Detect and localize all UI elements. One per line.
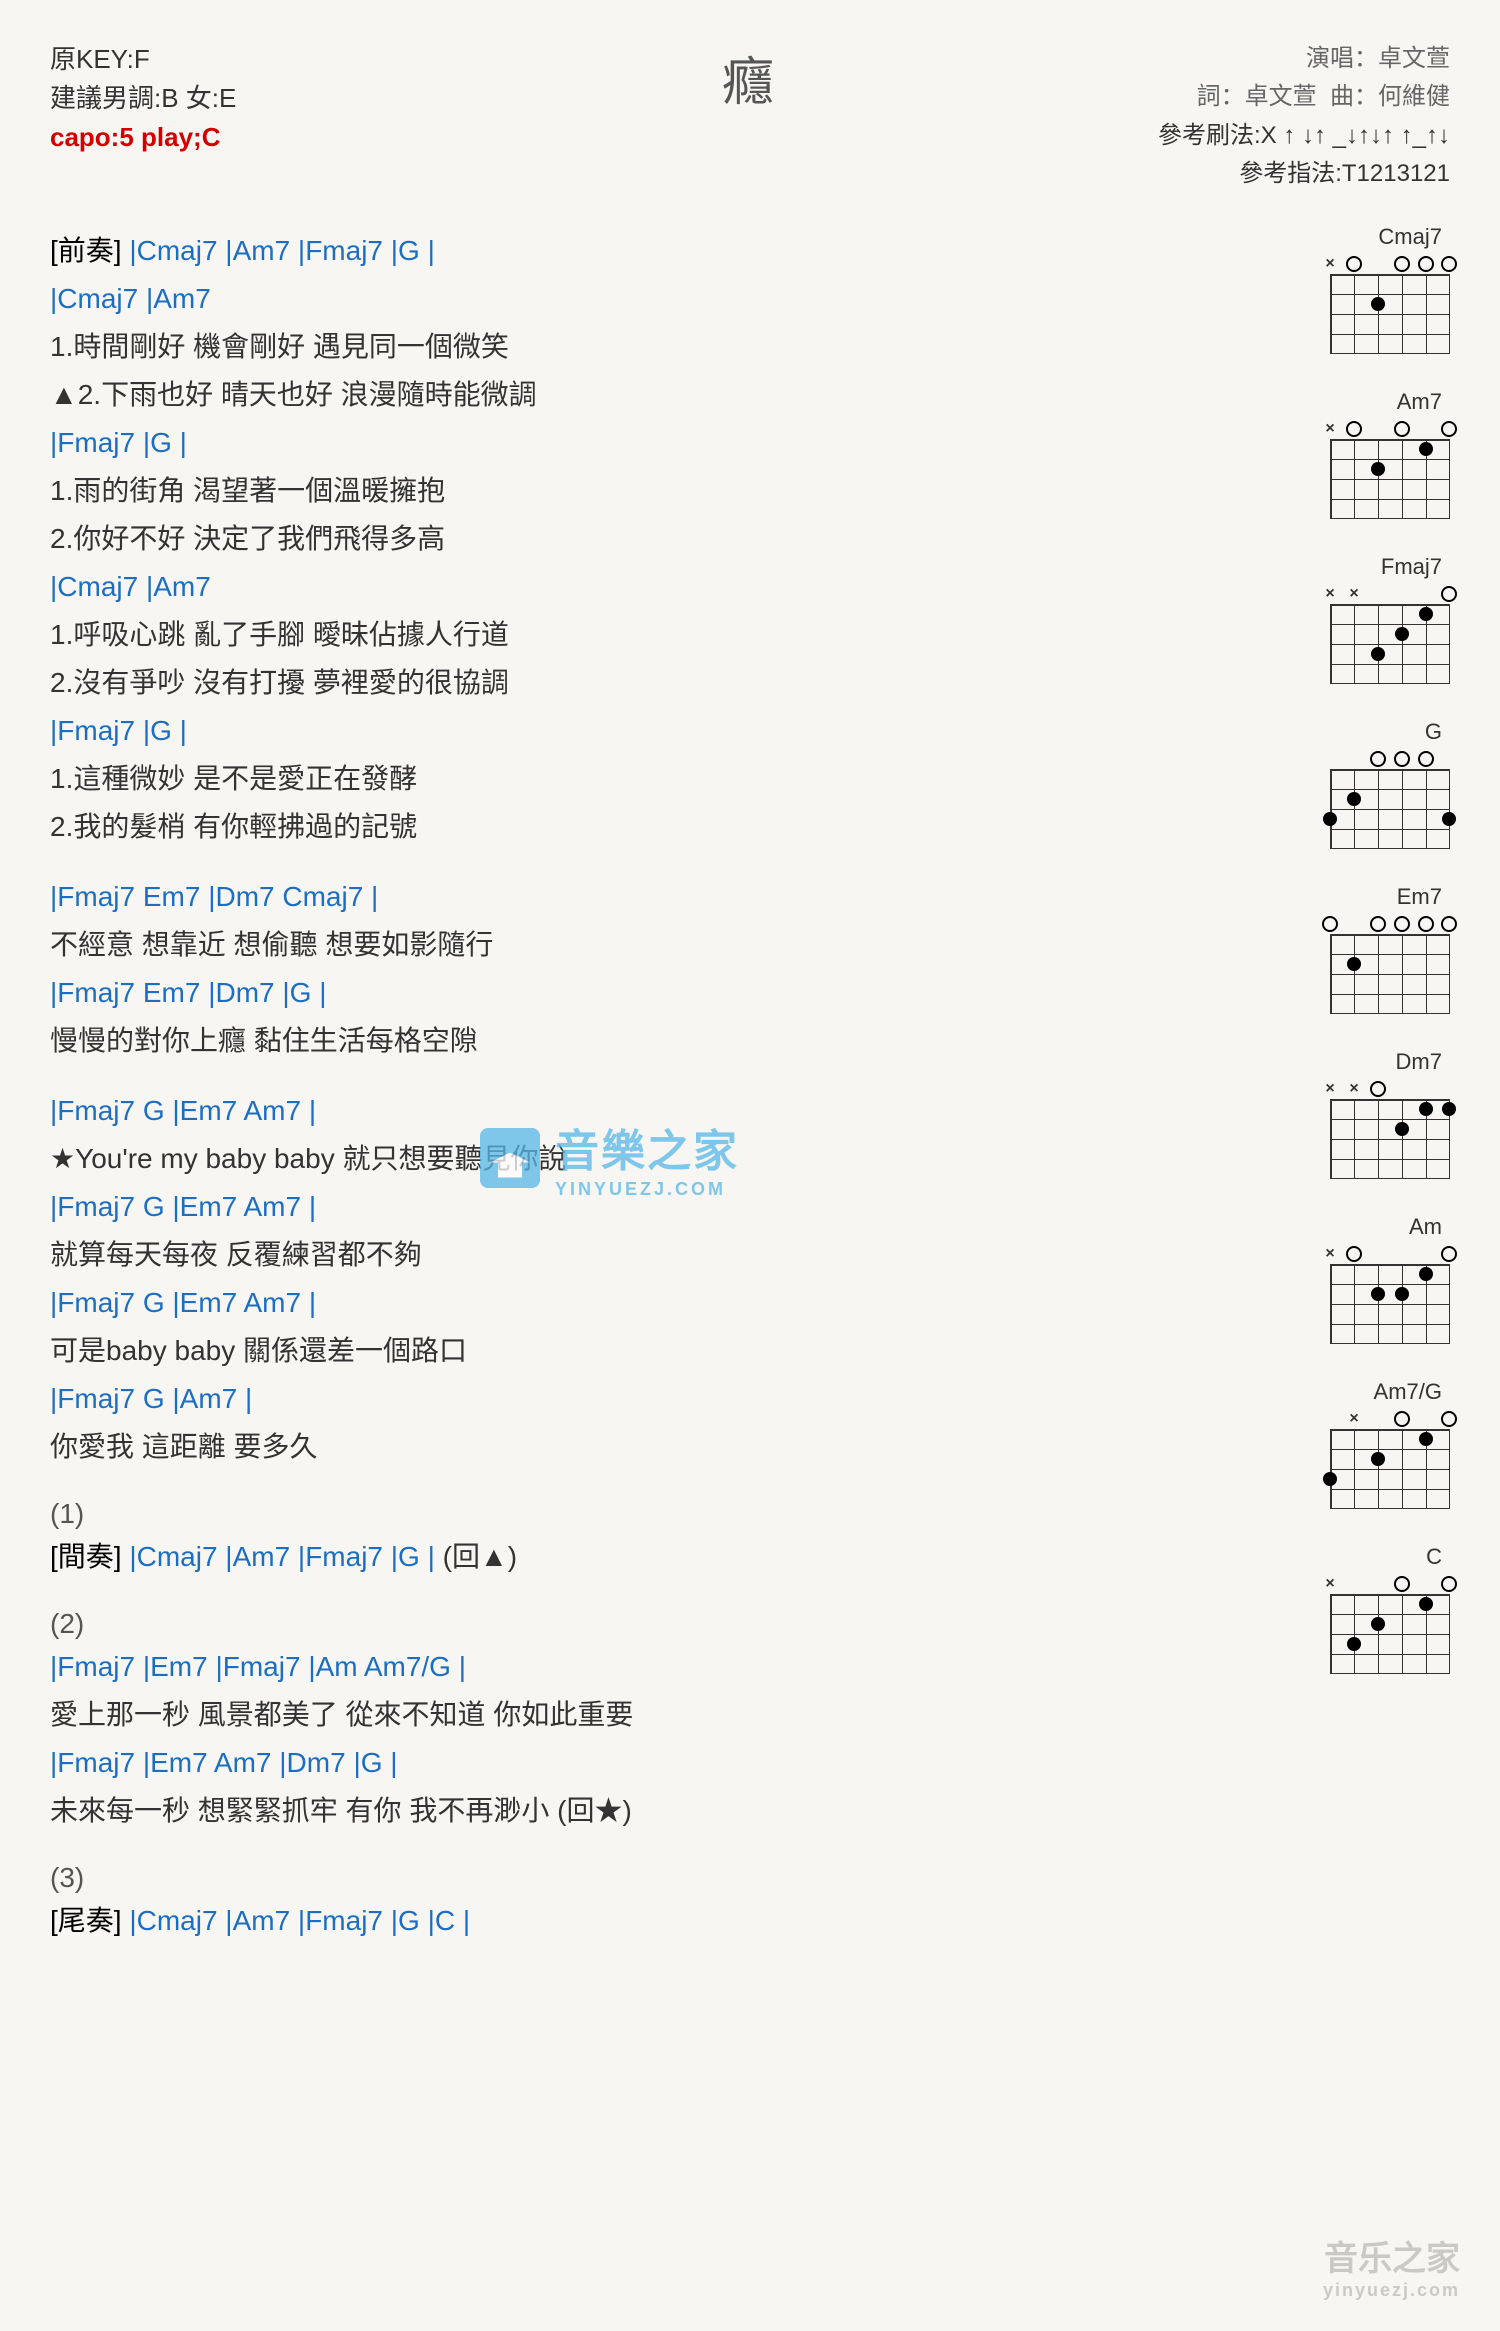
- chord-line: |Cmaj7 |Am7: [50, 278, 1230, 320]
- lyric-line: 未來每一秒 想緊緊抓牢 有你 我不再渺小 (回★): [50, 1790, 1230, 1832]
- lyric-line: 2.沒有爭吵 沒有打擾 夢裡愛的很協調: [50, 662, 1230, 704]
- verse-block: |Cmaj7 |Am7 1.時間剛好 機會剛好 遇見同一個微笑 ▲2.下雨也好 …: [50, 278, 1230, 848]
- singer-line: 演唱：卓文萱: [1030, 40, 1450, 78]
- credits-line: 詞：卓文萱 曲：何維健: [1030, 78, 1450, 116]
- prechorus-block: |Fmaj7 Em7 |Dm7 Cmaj7 | 不經意 想靠近 想偷聽 想要如影…: [50, 876, 1230, 1062]
- chord-line: |Fmaj7 G |Em7 Am7 |: [50, 1282, 1230, 1324]
- lyric-line: 1.雨的街角 渴望著一個溫暖擁抱: [50, 470, 1230, 512]
- fretboard-icon: [1330, 749, 1450, 849]
- chord-diagram: Fmaj7××: [1230, 554, 1450, 689]
- chord-diagram: C×: [1230, 1544, 1450, 1679]
- chord-line: |Fmaj7 Em7 |Dm7 |G |: [50, 972, 1230, 1014]
- chord-line: |Fmaj7 |G |: [50, 422, 1230, 464]
- lyric-line: 1.這種微妙 是不是愛正在發酵: [50, 758, 1230, 800]
- chord-line: |Cmaj7 |Am7: [50, 566, 1230, 608]
- intro-label: [前奏]: [50, 235, 122, 266]
- chord-diagram: Cmaj7×: [1230, 224, 1450, 359]
- lyric-line: 2.我的髮梢 有你輕拂過的記號: [50, 806, 1230, 848]
- fretboard-icon: ×: [1330, 1574, 1450, 1674]
- chord-diagram: Am×: [1230, 1214, 1450, 1349]
- watermark: 音樂之家 YINYUEZJ.COM: [480, 1115, 739, 1200]
- house-icon: [480, 1128, 540, 1188]
- strum-pattern: 參考刷法:X ↑ ↓↑ _↓↑↓↑ ↑_↑↓: [1030, 117, 1450, 155]
- capo-info: capo:5 play;C: [50, 118, 470, 157]
- fretboard-icon: ××: [1330, 1079, 1450, 1179]
- lyric-line: 愛上那一秒 風景都美了 從來不知道 你如此重要: [50, 1694, 1230, 1736]
- lyric-line: 1.時間剛好 機會剛好 遇見同一個微笑: [50, 326, 1230, 368]
- lyric-line: 2.你好不好 決定了我們飛得多高: [50, 518, 1230, 560]
- chord-diagrams-column: Cmaj7× Am7× Fmaj7×× G Em7 Dm7×× Am× Am7/…: [1230, 224, 1450, 1948]
- chord-diagram: Em7: [1230, 884, 1450, 1019]
- header-right: 演唱：卓文萱 詞：卓文萱 曲：何維健 參考刷法:X ↑ ↓↑ _↓↑↓↑ ↑_↑…: [1030, 40, 1450, 194]
- footer-watermark: 音乐之家 yinyuezj.com: [1323, 2231, 1460, 2301]
- chord-line: |Fmaj7 |Em7 Am7 |Dm7 |G |: [50, 1742, 1230, 1784]
- lyric-line: 可是baby baby 關係還差一個路口: [50, 1330, 1230, 1372]
- song-title: 癮: [470, 40, 1030, 115]
- interlude-line: [間奏] |Cmaj7 |Am7 |Fmaj7 |G | (回▲): [50, 1536, 1230, 1578]
- chord-sheet: 原KEY:F 建議男調:B 女:E capo:5 play;C 癮 演唱：卓文萱…: [0, 0, 1500, 2331]
- lyric-line: 1.呼吸心跳 亂了手腳 曖昧佔據人行道: [50, 614, 1230, 656]
- chord-diagram: G: [1230, 719, 1450, 854]
- watermark-text: 音樂之家: [555, 1115, 739, 1179]
- chord-line: |Fmaj7 |G |: [50, 710, 1230, 752]
- lyric-line: 慢慢的對你上癮 黏住生活每格空隙: [50, 1020, 1230, 1062]
- lyric-line: 你愛我 這距離 要多久: [50, 1426, 1230, 1468]
- chord-line: |Fmaj7 Em7 |Dm7 Cmaj7 |: [50, 876, 1230, 918]
- chord-line: |Fmaj7 G |Am7 |: [50, 1378, 1230, 1420]
- fretboard-icon: ×: [1330, 254, 1450, 354]
- intro-line: [前奏] |Cmaj7 |Am7 |Fmaj7 |G |: [50, 230, 1230, 272]
- lyric-line: 不經意 想靠近 想偷聽 想要如影隨行: [50, 924, 1230, 966]
- fretboard-icon: ×: [1330, 419, 1450, 519]
- lyric-line: ▲2.下雨也好 晴天也好 浪漫隨時能微調: [50, 374, 1230, 416]
- chord-line: |Fmaj7 |Em7 |Fmaj7 |Am Am7/G |: [50, 1646, 1230, 1688]
- outro-line: [尾奏] |Cmaj7 |Am7 |Fmaj7 |G |C |: [50, 1900, 1230, 1942]
- fretboard-icon: ×: [1330, 1244, 1450, 1344]
- fretboard-icon: ×: [1330, 1409, 1450, 1509]
- chord-diagram: Am7/G×: [1230, 1379, 1450, 1514]
- lyric-line: 就算每天每夜 反覆練習都不夠: [50, 1234, 1230, 1276]
- suggested-key: 建議男調:B 女:E: [50, 79, 470, 118]
- fretboard-icon: ××: [1330, 584, 1450, 684]
- finger-pattern: 參考指法:T1213121: [1030, 155, 1450, 193]
- fretboard-icon: [1330, 914, 1450, 1014]
- bridge-block: |Fmaj7 |Em7 |Fmaj7 |Am Am7/G | 愛上那一秒 風景都…: [50, 1646, 1230, 1832]
- chord-diagram: Dm7××: [1230, 1049, 1450, 1184]
- section-number: (3): [50, 1862, 1230, 1894]
- original-key: 原KEY:F: [50, 40, 470, 79]
- intro-chords: |Cmaj7 |Am7 |Fmaj7 |G |: [129, 235, 435, 266]
- section-number: (1): [50, 1498, 1230, 1530]
- header: 原KEY:F 建議男調:B 女:E capo:5 play;C 癮 演唱：卓文萱…: [50, 40, 1450, 194]
- header-left: 原KEY:F 建議男調:B 女:E capo:5 play;C: [50, 40, 470, 157]
- watermark-sub: YINYUEZJ.COM: [555, 1179, 739, 1200]
- section-number: (2): [50, 1608, 1230, 1640]
- body: [前奏] |Cmaj7 |Am7 |Fmaj7 |G | |Cmaj7 |Am7…: [50, 224, 1450, 1948]
- chord-diagram: Am7×: [1230, 389, 1450, 524]
- main-column: [前奏] |Cmaj7 |Am7 |Fmaj7 |G | |Cmaj7 |Am7…: [50, 224, 1230, 1948]
